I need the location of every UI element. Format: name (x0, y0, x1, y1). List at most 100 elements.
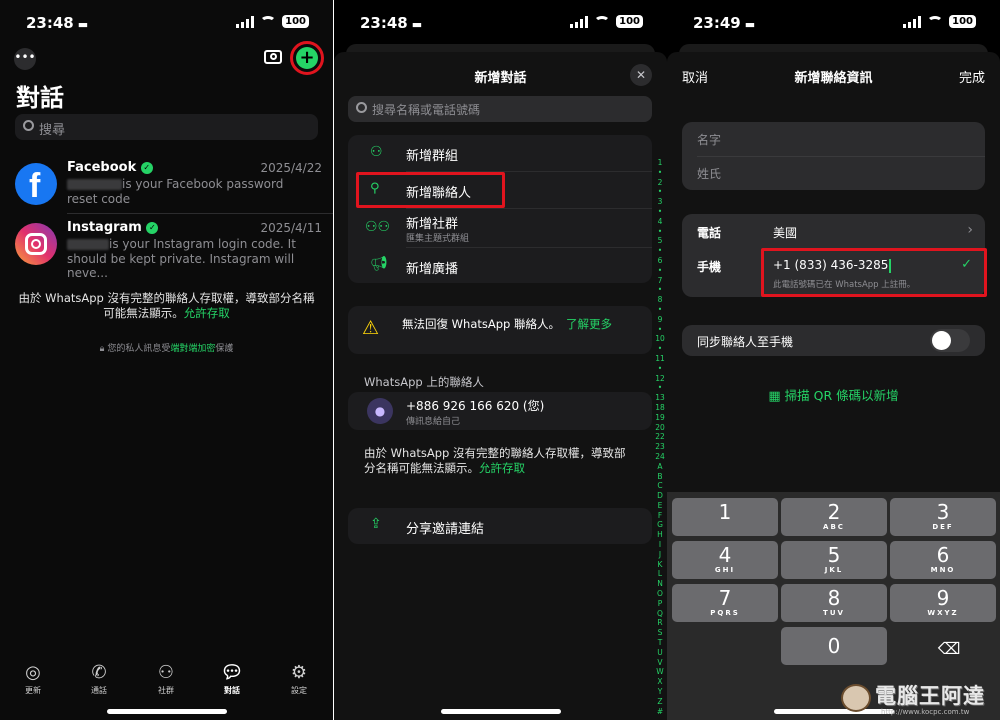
index-letter[interactable]: 20 (653, 423, 667, 433)
done-button[interactable]: 完成 (959, 67, 985, 86)
allow-access-link[interactable]: 允許存取 (479, 461, 525, 475)
signal-icon (903, 15, 922, 28)
index-letter[interactable]: E (653, 501, 667, 511)
index-letter[interactable]: I (653, 540, 667, 550)
key-letters: ABC (823, 523, 845, 531)
index-letter[interactable]: 18 (653, 403, 667, 413)
index-letter[interactable]: 13 (653, 393, 667, 403)
search-bar[interactable]: 搜尋 (15, 114, 318, 140)
index-letter[interactable]: B (653, 472, 667, 482)
tab-calls[interactable]: ✆ 通話 (79, 662, 119, 696)
index-letter[interactable]: P (653, 599, 667, 609)
index-letter[interactable]: A (653, 462, 667, 472)
index-letter[interactable]: V (653, 658, 667, 668)
index-letter[interactable]: 6 (653, 256, 667, 266)
e2e-link[interactable]: 端對端加密 (170, 344, 215, 354)
index-letter[interactable]: C (653, 481, 667, 491)
index-letter[interactable]: 22 (653, 432, 667, 442)
index-letter[interactable]: 4 (653, 217, 667, 227)
keypad-key-0[interactable]: 0 (781, 627, 887, 665)
index-letter[interactable]: F (653, 511, 667, 521)
keypad-key-7[interactable]: 7 PQRS (672, 584, 778, 622)
keypad-key-5[interactable]: 5 JKL (781, 541, 887, 579)
index-letter[interactable]: O (653, 589, 667, 599)
key-digit: 7 (718, 586, 732, 610)
status-time: 23:48 ▬ (26, 14, 89, 32)
index-letter[interactable]: 1 (653, 158, 667, 168)
index-letter[interactable]: U (653, 648, 667, 658)
alphabet-index[interactable]: 1 • 2 • 3 • 4 • 5 • 6 • 7 • 8 • 9 • 10 • 11 • 12 • 13 18 19 20 22 23 2… (653, 158, 667, 716)
index-letter[interactable]: 24 (653, 452, 667, 462)
battery-indicator: 100 (282, 15, 309, 28)
index-letter[interactable]: S (653, 628, 667, 638)
index-letter[interactable]: 12 (653, 374, 667, 384)
index-letter[interactable]: 11 (653, 354, 667, 364)
tab-chats[interactable]: 💬︎ 對話 (212, 662, 252, 696)
highlight-new-chat (290, 41, 324, 75)
index-letter[interactable]: X (653, 677, 667, 687)
keypad-key-8[interactable]: 8 TUV (781, 584, 887, 622)
index-letter[interactable]: 7 (653, 276, 667, 286)
allow-access-link[interactable]: 允許存取 (184, 306, 230, 320)
tab-updates[interactable]: ◎ 更新 (13, 662, 53, 696)
index-letter[interactable]: T (653, 638, 667, 648)
index-letter[interactable]: 23 (653, 442, 667, 452)
key-letters: GHI (714, 566, 736, 574)
key-digit: 0 (827, 634, 841, 658)
index-letter[interactable]: 9 (653, 315, 667, 325)
index-letter[interactable]: R (653, 618, 667, 628)
redacted-code (67, 179, 122, 190)
scan-qr-button[interactable]: ▦ 掃描 QR 條碼以新增 (667, 385, 1000, 404)
chat-row-instagram[interactable]: Instagram ✓ 2025/4/11 is your Instagram … (0, 215, 333, 280)
index-letter[interactable]: J (653, 550, 667, 560)
country-select[interactable]: 美國 (773, 224, 797, 241)
index-letter[interactable]: D (653, 491, 667, 501)
learn-more-link[interactable]: 了解更多 (566, 317, 612, 331)
key-digit: 4 (718, 543, 732, 567)
chat-row-facebook[interactable]: f Facebook ✓ 2025/4/22 is your Facebook … (0, 155, 333, 213)
sync-toggle[interactable] (930, 329, 970, 352)
index-letter[interactable]: Z (653, 697, 667, 707)
tab-communities[interactable]: ⚇ 社群 (146, 662, 186, 696)
updates-icon: ◎ (25, 662, 41, 683)
keypad-key-2[interactable]: 2 ABC (781, 498, 887, 536)
index-letter[interactable]: K (653, 560, 667, 570)
signal-icon (570, 15, 589, 28)
backspace-key[interactable]: ⌫ (924, 630, 974, 668)
menu-new-community[interactable]: ⚇⚇ 新增社群 匯集主題式群組 (348, 209, 652, 247)
self-contact-row[interactable]: ● +886 926 166 620 (您) 傳訊息給自己 (348, 392, 652, 430)
index-letter[interactable]: Y (653, 687, 667, 697)
index-letter[interactable]: H (653, 530, 667, 540)
chat-date: 2025/4/22 (260, 161, 322, 175)
sheet: 新增對話 ✕ 搜尋名稱或電話號碼 ⚇ 新增群組 ⚲ 新增聯絡人 ⚇⚇ 新增社群 … (334, 52, 667, 720)
menu-new-group[interactable]: ⚇ 新增群組 (348, 135, 652, 171)
tab-settings[interactable]: ⚙ 設定 (279, 662, 319, 696)
more-button[interactable]: ••• (14, 48, 36, 70)
chat-name: Facebook ✓ (67, 160, 153, 175)
index-letter[interactable]: L (653, 569, 667, 579)
index-letter[interactable]: Q (653, 609, 667, 619)
index-letter[interactable]: G (653, 520, 667, 530)
index-letter[interactable]: # (653, 707, 667, 717)
first-name-field[interactable]: 名字 (697, 131, 721, 148)
share-invite-row[interactable]: ⇪ 分享邀請連結 (348, 508, 652, 544)
index-letter[interactable]: 19 (653, 413, 667, 423)
index-letter[interactable]: 8 (653, 295, 667, 305)
camera-icon[interactable] (264, 50, 282, 64)
index-letter[interactable]: 10 (653, 334, 667, 344)
index-letter[interactable]: W (653, 667, 667, 677)
index-letter[interactable]: N (653, 579, 667, 589)
keypad-key-6[interactable]: 6 MNO (890, 541, 996, 579)
menu-new-broadcast[interactable]: 📢︎ 新增廣播 (348, 248, 652, 283)
index-letter[interactable]: 3 (653, 197, 667, 207)
keypad-key-1[interactable]: 1 (672, 498, 778, 536)
keypad-key-9[interactable]: 9 WXYZ (890, 584, 996, 622)
search-bar[interactable]: 搜尋名稱或電話號碼 (348, 96, 652, 122)
index-letter[interactable]: 2 (653, 178, 667, 188)
keypad-key-3[interactable]: 3 DEF (890, 498, 996, 536)
key-digit: 6 (936, 543, 950, 567)
index-letter[interactable]: 5 (653, 236, 667, 246)
keypad-key-4[interactable]: 4 GHI (672, 541, 778, 579)
close-button[interactable]: ✕ (630, 64, 652, 86)
last-name-field[interactable]: 姓氏 (697, 165, 721, 182)
